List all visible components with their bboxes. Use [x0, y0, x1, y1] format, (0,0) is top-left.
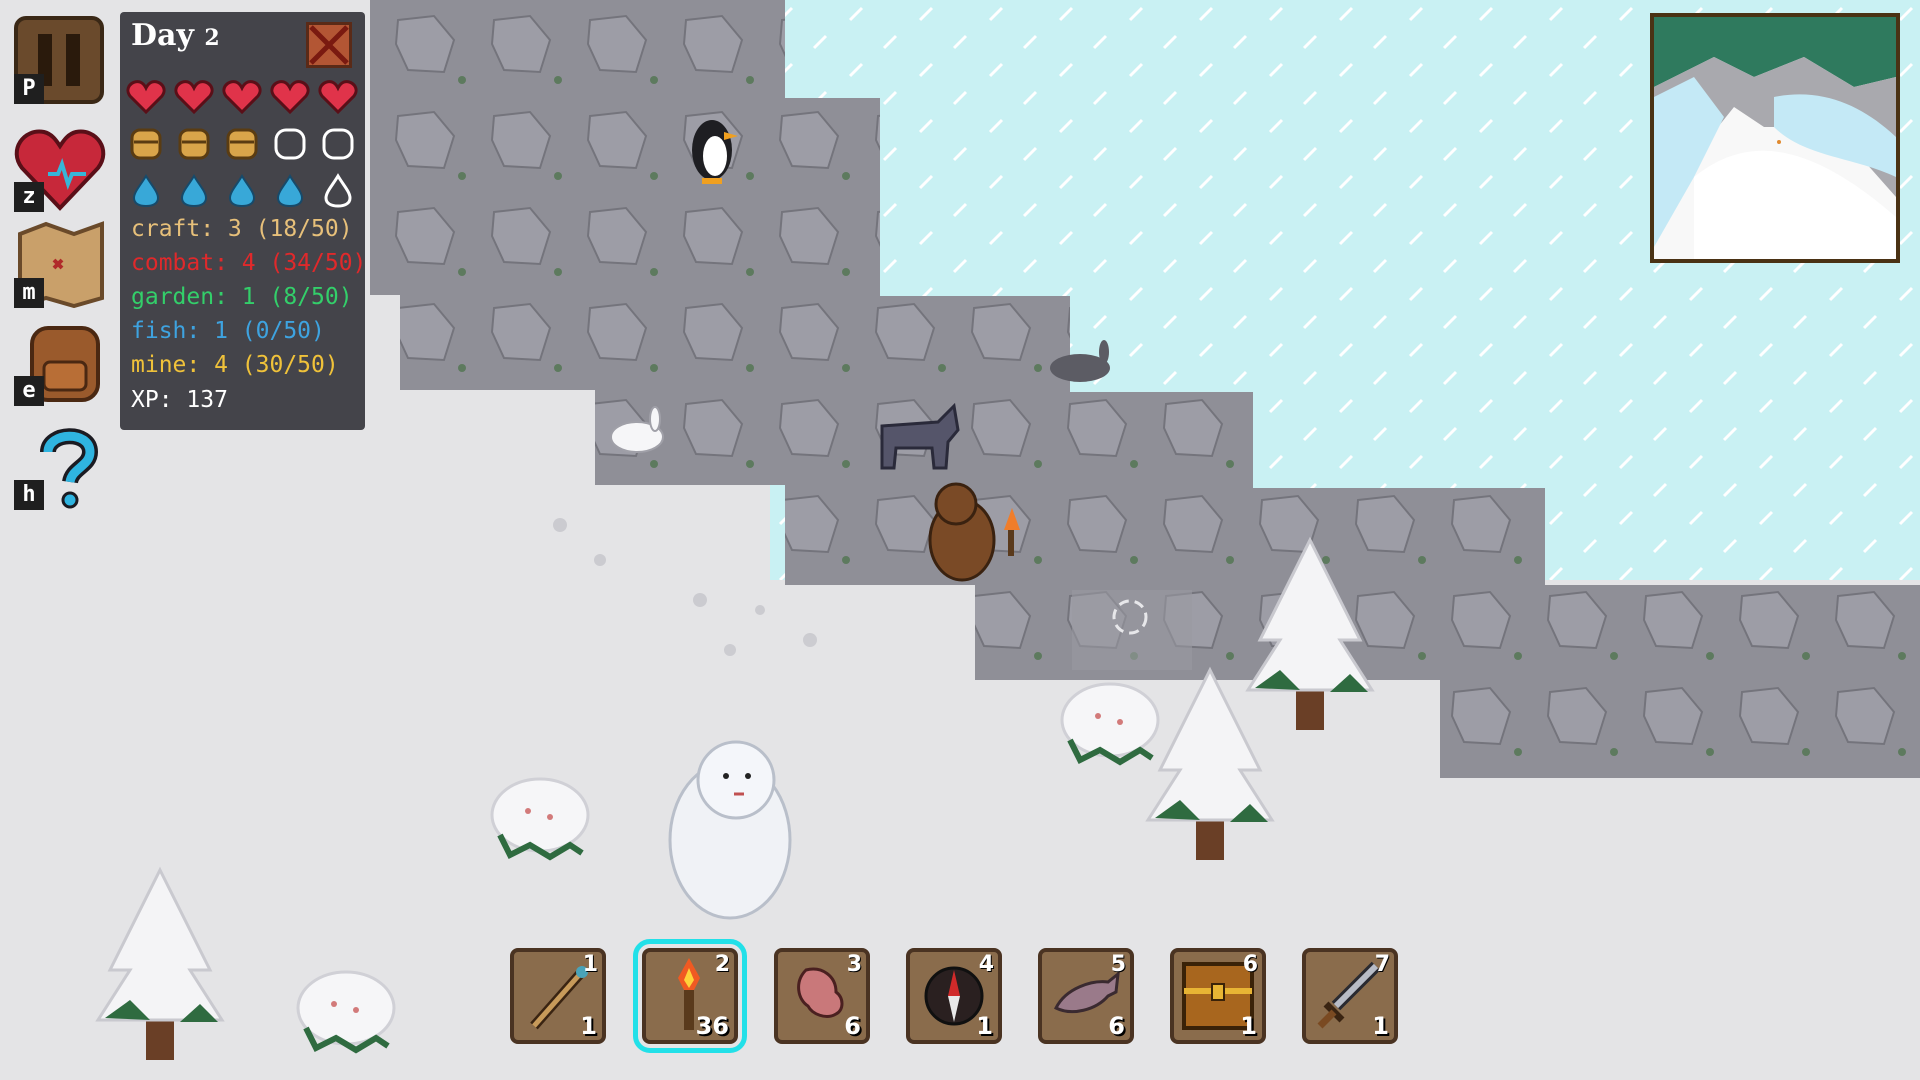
combat-skill: combat: 4 (34/50) [131, 250, 367, 276]
hotbar-slot-6[interactable]: 6 1 [1170, 948, 1266, 1044]
food-icon [126, 126, 167, 162]
day-number: 2 [204, 25, 220, 51]
help-button[interactable]: h [14, 422, 106, 510]
slot-number: 6 [1242, 952, 1258, 977]
health-button[interactable]: z [14, 124, 106, 212]
garden-skill: garden: 1 (8/50) [131, 284, 353, 310]
day-label: Day [131, 18, 194, 53]
hotbar-slot-7[interactable]: 7 1 [1302, 948, 1398, 1044]
heart-icon [126, 78, 167, 115]
map-key-label: m [14, 278, 44, 308]
slot-number: 5 [1110, 952, 1126, 977]
slot-count: 6 [844, 1012, 861, 1040]
heart-icon [222, 78, 263, 115]
snowy-pine-tree[interactable] [96, 868, 224, 1062]
hunger-row [126, 126, 359, 162]
slot-count: 36 [695, 1012, 729, 1040]
water-drop-icon [222, 172, 263, 208]
food-empty-icon [270, 126, 311, 162]
water-drop-icon [174, 172, 215, 208]
slot-number: 7 [1374, 952, 1390, 977]
heart-icon [270, 78, 311, 115]
food-icon [222, 126, 263, 162]
slot-count: 1 [580, 1012, 597, 1040]
help-key-label: h [14, 480, 44, 510]
snowy-berry-bush[interactable] [1062, 684, 1158, 762]
hotbar-slot-5[interactable]: 5 6 [1038, 948, 1134, 1044]
hotbar-slot-1[interactable]: 1 1 [510, 948, 606, 1044]
heart-icon [174, 78, 215, 115]
minimap[interactable] [1650, 13, 1900, 263]
stats-panel: Day 2 craft: 3 (18/50) combat: 4 (34/50)… [120, 12, 367, 430]
slot-count: 6 [1108, 1012, 1125, 1040]
heart-icon [318, 78, 359, 115]
mine-skill: mine: 4 (30/50) [131, 352, 339, 378]
map-button[interactable]: m [14, 220, 106, 309]
water-drop-icon [270, 172, 311, 208]
day-counter: Day 2 [131, 18, 220, 53]
minimap-terrain [1654, 17, 1896, 259]
crosshair-cursor-icon [1072, 590, 1192, 670]
thirst-row [126, 172, 359, 208]
xp-value: XP: 137 [131, 387, 228, 413]
hotbar-slot-2[interactable]: 2 36 [633, 939, 747, 1053]
health-key-label: z [14, 182, 44, 212]
slot-count: 1 [1240, 1012, 1257, 1040]
water-drop-empty-icon [318, 172, 359, 208]
close-stats-button[interactable] [306, 22, 352, 68]
food-icon [174, 126, 215, 162]
craft-skill: craft: 3 (18/50) [131, 216, 353, 242]
slot-number: 2 [714, 952, 730, 977]
slot-number: 3 [846, 952, 862, 977]
hotbar-slot-3[interactable]: 3 6 [774, 948, 870, 1044]
food-empty-icon [318, 126, 359, 162]
water-drop-icon [126, 172, 167, 208]
yeti-icon[interactable] [668, 740, 792, 920]
slot-count: 1 [976, 1012, 993, 1040]
health-row [126, 78, 359, 115]
pause-key-label: P [14, 74, 44, 104]
inventory-button[interactable]: e [14, 318, 106, 406]
inventory-key-label: e [14, 376, 44, 406]
slot-number: 1 [582, 952, 598, 977]
snowy-berry-bush[interactable] [298, 972, 394, 1050]
snowy-pine-tree[interactable] [1146, 668, 1274, 862]
slot-count: 1 [1372, 1012, 1389, 1040]
snowy-berry-bush[interactable] [492, 779, 588, 857]
slot-number: 4 [978, 952, 994, 977]
hotbar-slot-4[interactable]: 4 1 [906, 948, 1002, 1044]
fish-skill: fish: 1 (0/50) [131, 318, 325, 344]
pause-button[interactable]: P [14, 16, 106, 104]
close-icon [309, 25, 349, 65]
